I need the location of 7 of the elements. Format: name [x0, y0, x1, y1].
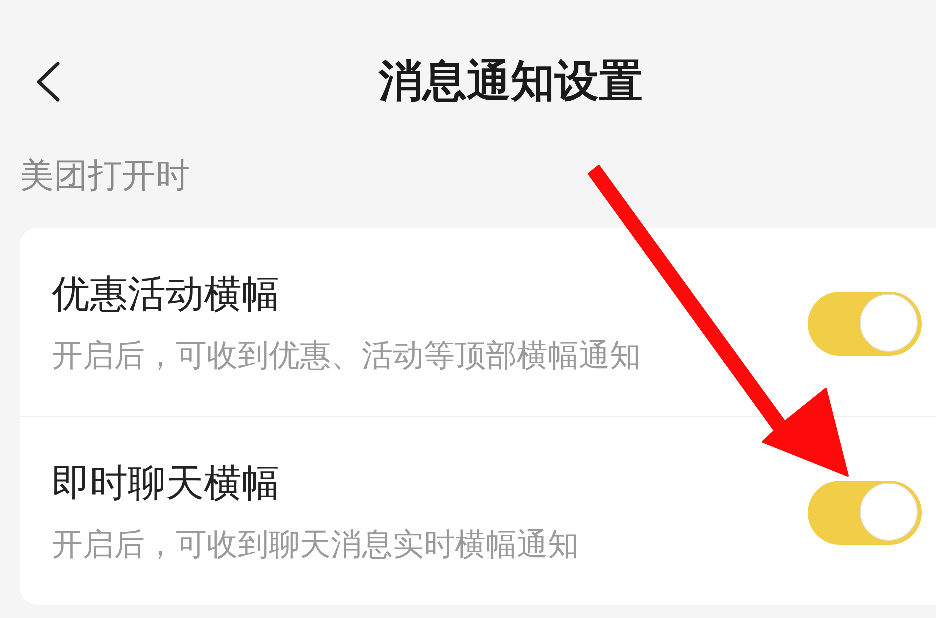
- setting-description: 开启后，可收到优惠、活动等顶部横幅通知: [52, 337, 642, 376]
- page-title: 消息通知设置: [379, 55, 643, 109]
- setting-title: 优惠活动横幅: [52, 272, 281, 316]
- setting-description: 开启后，可收到聊天消息实时横幅通知: [52, 526, 580, 565]
- setting-title: 即时聊天横幅: [52, 461, 281, 505]
- back-icon[interactable]: [35, 62, 61, 102]
- section-label: 美团打开时: [20, 156, 191, 196]
